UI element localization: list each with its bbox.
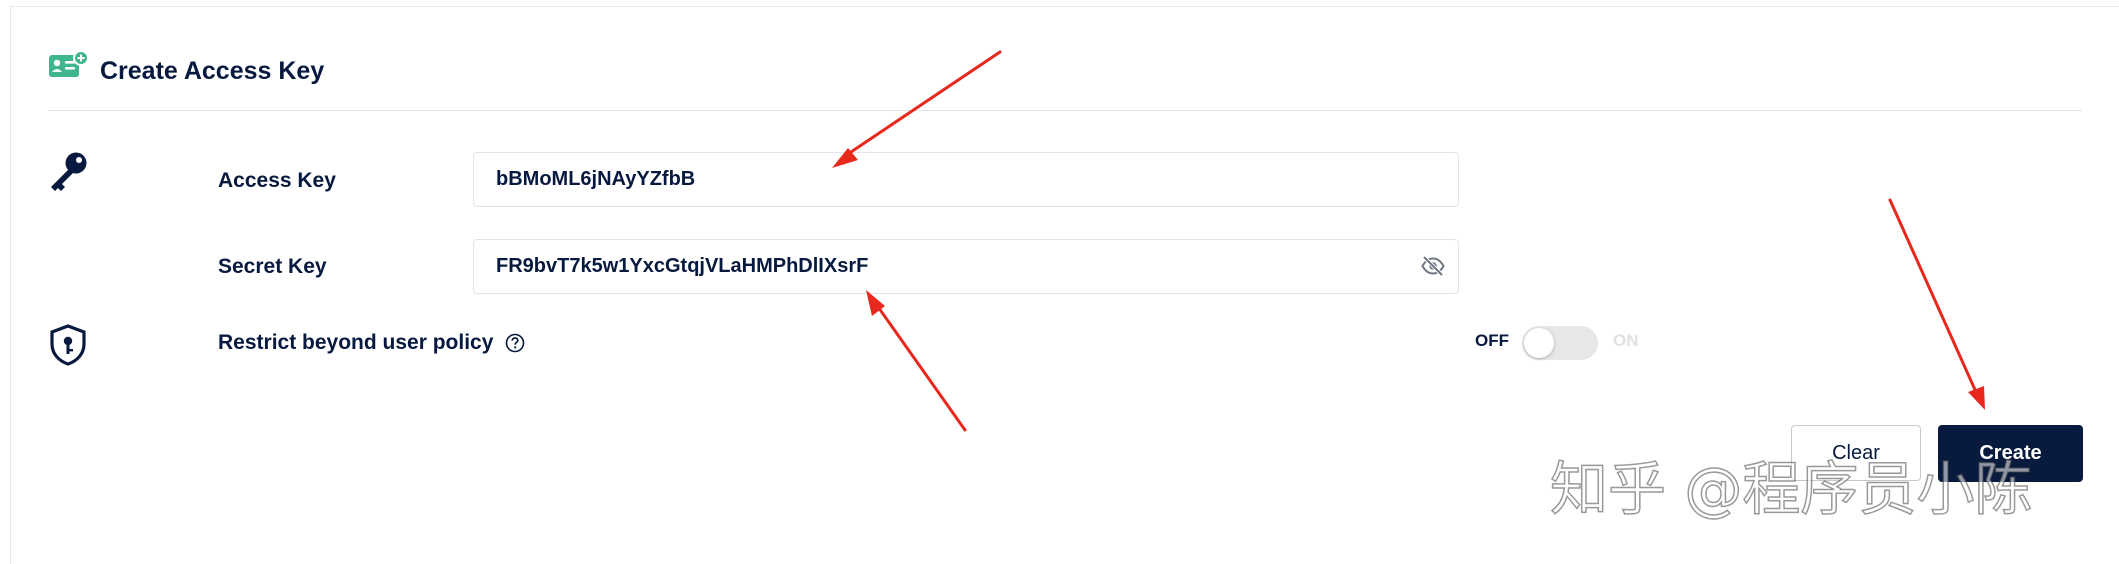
toggle-on-label: ON: [1613, 331, 1639, 350]
secret-key-label: Secret Key: [218, 255, 327, 278]
access-key-label: Access Key: [218, 169, 336, 192]
clear-button[interactable]: Clear: [1791, 425, 1921, 481]
restrict-policy-toggle[interactable]: [1522, 326, 1598, 360]
question-circle-icon[interactable]: [505, 333, 525, 353]
shield-key-icon: [50, 324, 86, 366]
page-title: Create Access Key: [100, 57, 325, 85]
secret-key-input[interactable]: [473, 239, 1459, 294]
restrict-policy-label: Restrict beyond user policy: [218, 331, 494, 354]
page: Create Access Key Access Key Secret Key …: [0, 0, 2119, 564]
eye-off-icon[interactable]: [1421, 254, 1445, 278]
toggle-knob: [1524, 328, 1554, 358]
id-card-add-icon: [49, 50, 89, 77]
access-key-input[interactable]: [473, 152, 1459, 207]
toggle-off-label: OFF: [1475, 331, 1509, 350]
key-icon: [51, 152, 87, 191]
create-button[interactable]: Create: [1938, 425, 2083, 482]
panel-header: Create Access Key: [48, 50, 2082, 111]
